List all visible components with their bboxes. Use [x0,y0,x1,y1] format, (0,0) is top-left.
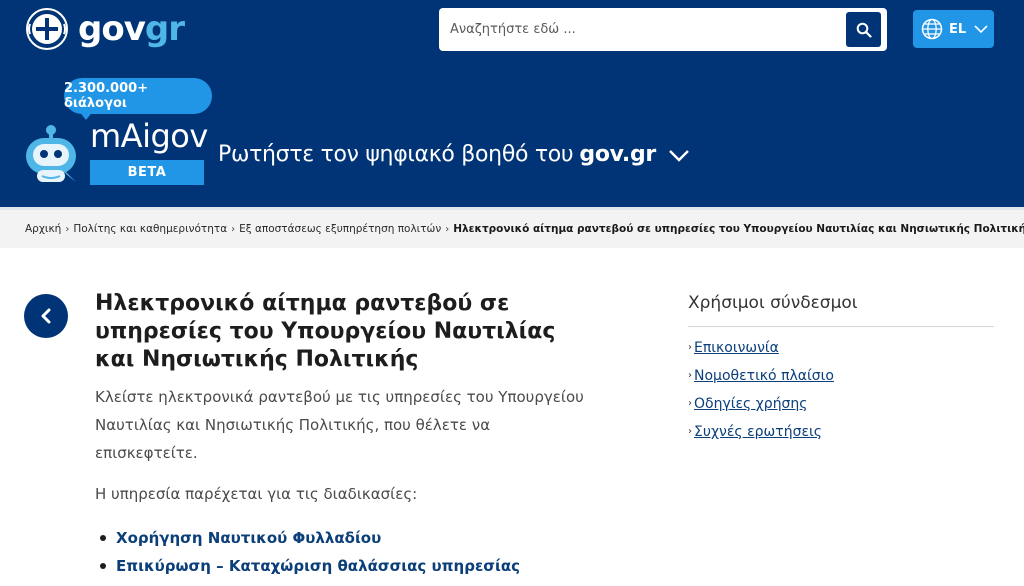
list-item: Χορήγηση Ναυτικού Φυλλαδίου [100,524,520,552]
chevron-down-icon [669,149,689,162]
procedure-link[interactable]: Επικύρωση – Καταχώριση θαλάσσιας υπηρεσί… [116,552,520,580]
breadcrumb-item-citizen[interactable]: Πολίτης και καθημερινότητα [73,223,227,235]
chevron-right-icon: › [688,370,692,381]
divider [688,326,994,327]
useful-links-list: › Επικοινωνία › Νομοθετικό πλαίσιο › Οδηγίε… [688,334,834,446]
greek-seal-icon [26,8,68,50]
list-item: › Οδηγίες χρήσης [688,390,834,418]
breadcrumb-item-remote-service[interactable]: Εξ αποστάσεως εξυπηρέτηση πολιτών [239,223,441,235]
chevron-right-icon: › [688,398,692,409]
breadcrumb-separator-icon: › [445,223,450,235]
site-header: govgr EL 2.300.000+ διάλογοι [0,0,1024,207]
link-faq[interactable]: Συχνές ερωτήσεις [694,418,822,446]
robot-assistant-icon[interactable] [22,122,80,186]
dialogs-count-bubble: 2.300.000+ διάλογοι [64,78,212,114]
search-icon [856,22,872,38]
assistant-name: mAigov [90,117,208,155]
ask-assistant-text: Ρωτήστε τον ψηφιακό βοηθό του [218,142,574,167]
chevron-down-icon [974,24,988,33]
link-user-guide[interactable]: Οδηγίες χρήσης [694,390,808,418]
logo-gov: gov [78,9,146,49]
procedure-link[interactable]: Χορήγηση Ναυτικού Φυλλαδίου [116,524,381,552]
useful-links-title: Χρήσιμοι σύνδεσμοι [688,293,858,313]
list-item: Επικύρωση – Καταχώριση θαλάσσιας υπηρεσί… [100,552,520,580]
breadcrumb-separator-icon: › [231,223,236,235]
page-title: Ηλεκτρονικό αίτημα ραντεβού σε υπηρεσίες… [95,291,556,372]
bullet-icon [100,563,106,569]
chevron-right-icon: › [688,342,692,353]
breadcrumb-bar: Αρχική › Πολίτης και καθημερινότητα › Εξ… [0,207,1024,248]
chevron-right-icon: › [688,426,692,437]
breadcrumb-item-home[interactable]: Αρχική [25,223,61,235]
back-button[interactable] [24,294,68,338]
list-item: › Συχνές ερωτήσεις [688,418,834,446]
search-input[interactable] [439,8,839,51]
chevron-left-icon [41,308,51,324]
globe-icon [921,18,943,40]
breadcrumb-separator-icon: › [65,223,70,235]
beta-badge: BETA [90,160,204,185]
list-item: › Επικοινωνία [688,334,834,362]
ask-assistant-brand: gov.gr [579,142,656,167]
govgr-logo[interactable]: govgr [26,8,185,50]
procedures-list: Χορήγηση Ναυτικού Φυλλαδίου Επικύρωση – … [100,524,520,580]
search-box [439,8,887,51]
ask-assistant-toggle[interactable]: Ρωτήστε τον ψηφιακό βοηθό του gov.gr [218,140,690,170]
page-lead: Κλείστε ηλεκτρονικά ραντεβού με τις υπηρ… [95,388,584,462]
link-contact[interactable]: Επικοινωνία [694,334,779,362]
bullet-icon [100,535,106,541]
link-legal-framework[interactable]: Νομοθετικό πλαίσιο [694,362,834,390]
list-item: › Νομοθετικό πλαίσιο [688,362,834,390]
search-button[interactable] [846,12,881,47]
breadcrumb: Αρχική › Πολίτης και καθημερινότητα › Εξ… [25,223,1024,235]
breadcrumb-current: Ηλεκτρονικό αίτημα ραντεβού σε υπηρεσίες… [453,223,1024,235]
language-selector[interactable]: EL [913,10,994,48]
language-label: EL [949,21,967,37]
procedures-intro: Η υπηρεσία παρέχεται για τις διαδικασίες… [95,485,418,503]
logo-gr: gr [144,9,185,49]
logo-wordmark: govgr [78,9,185,49]
